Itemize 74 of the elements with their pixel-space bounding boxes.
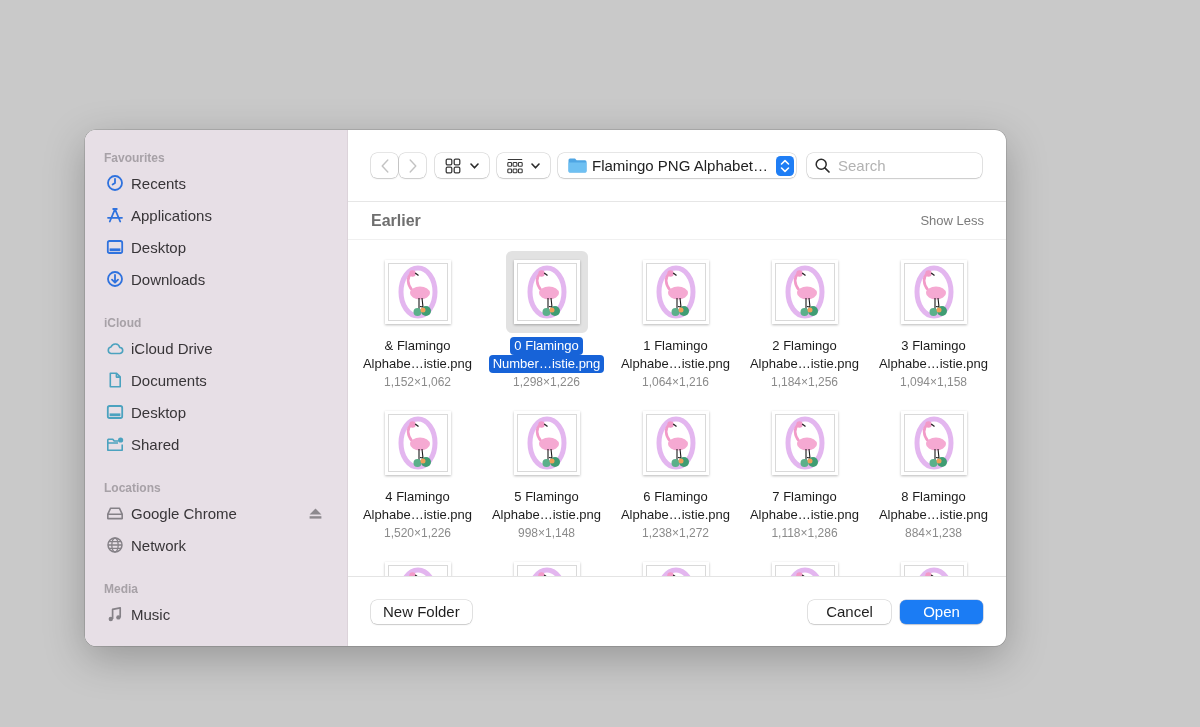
sidebar-item[interactable]: Google Chrome [106, 504, 237, 522]
search-field[interactable]: Search [807, 153, 982, 178]
new-folder-button[interactable]: New Folder [371, 599, 472, 624]
eject-icon[interactable] [309, 507, 322, 519]
image-thumbnail[interactable] [384, 260, 451, 324]
grid-icon [445, 157, 461, 174]
image-thumbnail[interactable] [771, 411, 838, 475]
file-name: Alphabe…istie.png [748, 506, 861, 524]
image-dimensions: 998×1,148 [517, 525, 575, 541]
group-button[interactable] [497, 153, 550, 178]
sidebar-section-title: Locations [103, 480, 161, 497]
file-name: Alphabe…istie.png [361, 355, 474, 373]
sidebar-section-title: Favourites [103, 150, 165, 167]
image-dimensions: 884×1,238 [904, 525, 962, 541]
grouped-grid-icon [507, 157, 523, 174]
sidebar-item[interactable]: Recents [106, 174, 187, 192]
file-name: Alphabe…istie.png [877, 355, 990, 373]
file-name: 1 Flamingo [642, 337, 709, 355]
folder-icon [568, 158, 587, 173]
sidebar-item[interactable]: Downloads [106, 270, 206, 288]
image-dimensions: 1,064×1,216 [641, 374, 710, 390]
image-thumbnail[interactable] [771, 260, 838, 324]
section-title: Earlier [371, 211, 421, 230]
file-name: Alphabe…istie.png [748, 355, 861, 373]
image-dimensions: 1,152×1,062 [383, 374, 452, 390]
sidebar-item[interactable]: Network [106, 536, 186, 554]
sidebar-item[interactable]: Desktop [106, 238, 187, 256]
show-less-link[interactable]: Show Less [920, 213, 984, 228]
file-name: Alphabe…istie.png [619, 506, 732, 524]
sidebar-section-title: iCloud [103, 315, 142, 332]
image-thumbnail[interactable] [900, 260, 967, 324]
file-name: 8 Flamingo [900, 488, 967, 506]
image-thumbnail[interactable] [384, 411, 451, 475]
file-name: Number…istie.png [488, 355, 605, 373]
sidebar-item[interactable]: Desktop [106, 403, 187, 421]
sidebar-item[interactable]: Documents [106, 371, 207, 389]
image-thumbnail[interactable] [642, 260, 709, 324]
image-thumbnail[interactable] [513, 411, 580, 475]
image-dimensions: 1,520×1,226 [383, 525, 452, 541]
sidebar-section-title: Media [103, 581, 138, 598]
file-name: 3 Flamingo [900, 337, 967, 355]
file-name: Alphabe…istie.png [361, 506, 474, 524]
image-thumbnail[interactable] [513, 260, 580, 324]
open-button[interactable]: Open [900, 599, 983, 624]
file-name: 0 Flamingo [510, 337, 583, 355]
file-name: 6 Flamingo [642, 488, 709, 506]
sidebar-item[interactable]: iCloud Drive [106, 339, 213, 357]
file-name: Alphabe…istie.png [619, 355, 732, 373]
sidebar-item[interactable]: Applications [106, 206, 212, 224]
caret-icon [470, 162, 479, 169]
image-dimensions: 1,238×1,272 [641, 525, 710, 541]
image-dimensions: 1,184×1,256 [770, 374, 839, 390]
file-name: 4 Flamingo [384, 488, 451, 506]
search-icon [815, 158, 830, 173]
file-name: 5 Flamingo [513, 488, 580, 506]
file-name: Alphabe…istie.png [490, 506, 603, 524]
sidebar-item[interactable]: Music [106, 605, 171, 623]
file-name: 7 Flamingo [771, 488, 838, 506]
image-dimensions: 1,094×1,158 [899, 374, 968, 390]
view-button[interactable] [435, 153, 489, 178]
chevron-right-icon [408, 158, 417, 173]
file-name: 2 Flamingo [771, 337, 838, 355]
image-thumbnail[interactable] [900, 411, 967, 475]
cancel-button[interactable]: Cancel [808, 599, 891, 624]
file-name: & Flamingo [383, 337, 452, 355]
image-dimensions: 1,298×1,226 [512, 374, 581, 390]
file-name: Alphabe…istie.png [877, 506, 990, 524]
up-down-arrows-icon [776, 155, 794, 176]
image-thumbnail[interactable] [642, 411, 709, 475]
chevron-left-icon [380, 158, 389, 173]
image-dimensions: 1,118×1,286 [771, 525, 838, 541]
location-popup[interactable]: Flamingo PNG Alphabet… [558, 153, 796, 178]
sidebar-item[interactable]: Shared [106, 435, 180, 453]
caret-icon [531, 162, 540, 169]
